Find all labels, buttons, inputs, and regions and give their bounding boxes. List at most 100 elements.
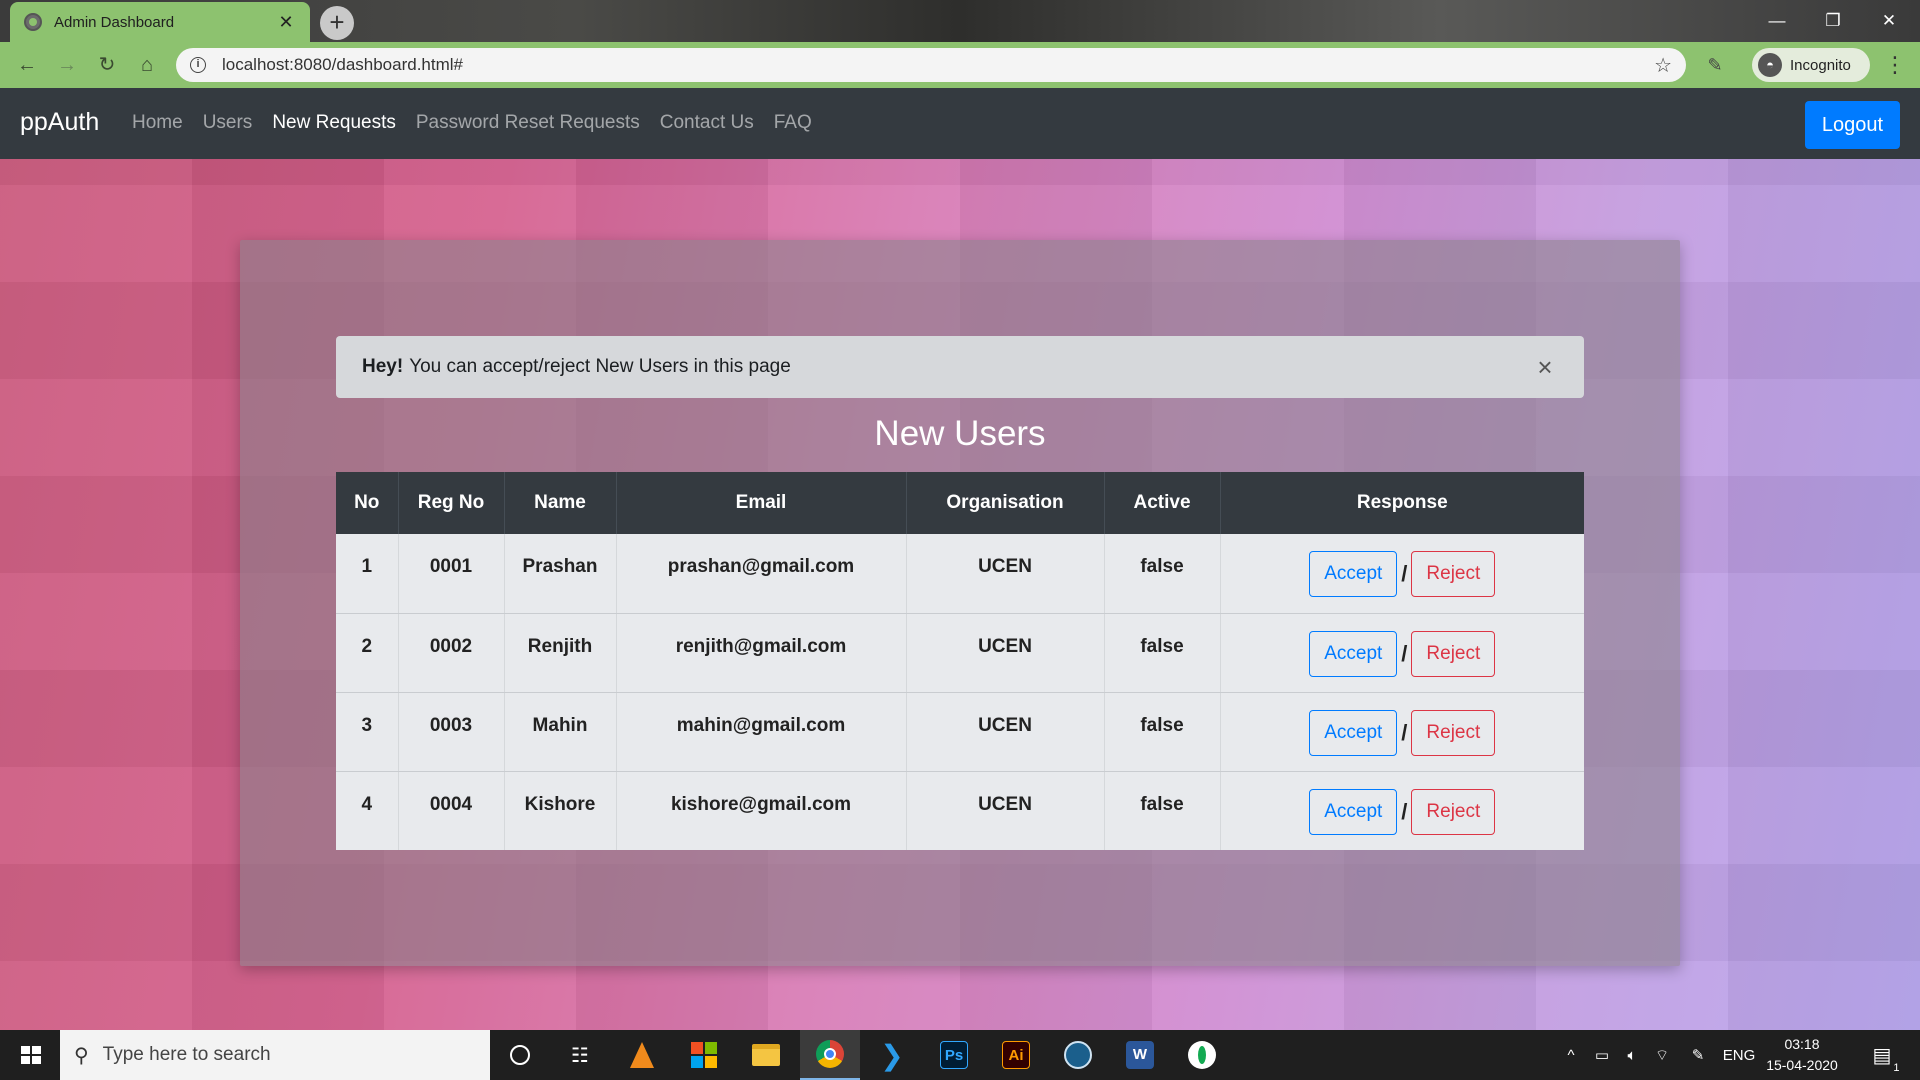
back-icon[interactable]: ← — [12, 50, 42, 80]
cell-email: kishore@gmail.com — [616, 771, 907, 850]
bookmark-star-icon[interactable]: ☆ — [1654, 53, 1672, 78]
restore-icon[interactable]: ❐ — [1808, 4, 1858, 38]
cell-email: renjith@gmail.com — [616, 613, 907, 693]
separator: / — [1401, 719, 1408, 745]
cell-organisation: UCEN — [906, 692, 1105, 772]
photoshop-icon[interactable]: Ps — [924, 1030, 984, 1080]
task-view-icon[interactable]: ☷ — [550, 1030, 610, 1080]
store-icon[interactable] — [674, 1030, 734, 1080]
search-placeholder: Type here to search — [102, 1044, 271, 1065]
steam-icon[interactable] — [1048, 1030, 1108, 1080]
cell-no: 1 — [336, 534, 399, 614]
accept-button[interactable]: Accept — [1309, 788, 1398, 835]
system-clock[interactable]: 03:18 15-04-2020 — [1764, 1034, 1840, 1076]
window-close-icon[interactable]: ✕ — [1864, 4, 1914, 38]
reject-button[interactable]: Reject — [1411, 630, 1496, 677]
vlc-icon[interactable] — [612, 1030, 672, 1080]
cell-email: mahin@gmail.com — [616, 692, 907, 772]
address-bar[interactable]: i localhost:8080/dashboard.html# ☆ — [176, 48, 1686, 82]
wifi-icon[interactable]: ⌔ — [1648, 1030, 1676, 1080]
accept-button[interactable]: Accept — [1309, 709, 1398, 756]
nav-link-new-requests[interactable]: New Requests — [272, 112, 396, 134]
info-alert: Hey! You can accept/reject New Users in … — [336, 336, 1584, 398]
alert-close-icon[interactable]: × — [1532, 352, 1558, 383]
cell-active: false — [1104, 771, 1221, 850]
separator: / — [1401, 561, 1408, 586]
reject-button[interactable]: Reject — [1411, 709, 1496, 756]
cell-name: Renjith — [504, 613, 617, 693]
accept-button[interactable]: Accept — [1309, 551, 1398, 597]
battery-icon[interactable]: ▭ — [1588, 1030, 1616, 1080]
cell-no: 2 — [336, 613, 399, 693]
cell-no: 3 — [336, 692, 399, 772]
cell-response: Accept / Reject — [1220, 534, 1584, 614]
column-header-organisation: Organisation — [906, 472, 1105, 534]
cell-organisation: UCEN — [906, 771, 1105, 850]
nav-link-password-reset-requests[interactable]: Password Reset Requests — [416, 112, 640, 134]
start-button[interactable] — [0, 1030, 60, 1080]
file-explorer-icon[interactable] — [736, 1030, 796, 1080]
table-row: 3 0003 Mahin mahin@gmail.com UCEN false … — [336, 692, 1584, 772]
notification-count: 1 — [1893, 1061, 1900, 1074]
column-header-reg-no: Reg No — [398, 472, 505, 534]
alert-message: You can accept/reject New Users in this … — [409, 356, 791, 377]
table-row: 1 0001 Prashan prashan@gmail.com UCEN fa… — [336, 534, 1584, 614]
taskbar-search[interactable]: ⚲ Type here to search — [60, 1030, 490, 1080]
cell-reg-no: 0002 — [398, 613, 505, 693]
incognito-indicator[interactable]: ◓ Incognito — [1752, 48, 1870, 82]
show-hidden-icons[interactable]: ^ — [1558, 1030, 1584, 1080]
search-icon: ⚲ — [74, 1044, 89, 1067]
cell-organisation: UCEN — [906, 613, 1105, 693]
url-text[interactable]: localhost:8080/dashboard.html# — [222, 55, 1654, 75]
column-header-no: No — [336, 472, 399, 534]
accept-button[interactable]: Accept — [1309, 630, 1398, 677]
reload-icon[interactable]: ↻ — [92, 50, 122, 80]
minimize-icon[interactable]: — — [1752, 4, 1802, 38]
new-tab-button[interactable]: + — [320, 6, 354, 40]
reject-button[interactable]: Reject — [1411, 551, 1496, 597]
browser-tab[interactable]: Admin Dashboard ✕ — [10, 2, 310, 42]
column-header-response: Response — [1220, 472, 1584, 534]
browser-titlebar: Admin Dashboard ✕ + — ❐ ✕ — [0, 0, 1920, 42]
incognito-label: Incognito — [1790, 56, 1851, 74]
forward-icon[interactable]: → — [52, 50, 82, 80]
extension-icon[interactable]: ✎ — [1702, 52, 1728, 78]
browser-toolbar: ← → ↻ ⌂ i localhost:8080/dashboard.html#… — [0, 42, 1920, 88]
language-indicator[interactable]: ENG — [1718, 1030, 1760, 1080]
nav-link-contact-us[interactable]: Contact Us — [660, 112, 754, 134]
cell-response: Accept / Reject — [1220, 771, 1584, 850]
table-header-row: No Reg No Name Email Organisation Active… — [336, 472, 1584, 534]
cell-name: Kishore — [504, 771, 617, 850]
tab-title: Admin Dashboard — [54, 13, 175, 31]
cell-organisation: UCEN — [906, 534, 1105, 614]
tab-close-icon[interactable]: ✕ — [276, 12, 296, 33]
brand-logo[interactable]: ppAuth — [20, 108, 99, 137]
cell-response: Accept / Reject — [1220, 613, 1584, 693]
illustrator-icon[interactable]: Ai — [986, 1030, 1046, 1080]
volume-icon[interactable]: 🔈︎ — [1618, 1030, 1646, 1080]
clock-date: 15-04-2020 — [1766, 1057, 1838, 1073]
home-icon[interactable]: ⌂ — [132, 50, 162, 80]
reject-button[interactable]: Reject — [1411, 788, 1496, 835]
cell-active: false — [1104, 692, 1221, 772]
section-title: New Users — [874, 414, 1046, 453]
cell-active: false — [1104, 613, 1221, 693]
browser-menu-icon[interactable]: ⋮ — [1884, 50, 1906, 80]
word-icon[interactable]: W — [1110, 1030, 1170, 1080]
pen-icon[interactable]: ✎ — [1684, 1030, 1712, 1080]
separator: / — [1401, 798, 1408, 824]
notification-center-icon[interactable]: ▤ 1 — [1862, 1030, 1902, 1080]
vscode-icon[interactable]: ❯ — [862, 1030, 922, 1080]
chrome-icon[interactable] — [800, 1030, 860, 1080]
new-users-table: No Reg No Name Email Organisation Active… — [336, 472, 1584, 850]
nav-link-home[interactable]: Home — [132, 112, 183, 134]
site-info-icon[interactable]: i — [190, 57, 206, 73]
cell-reg-no: 0001 — [398, 534, 505, 614]
cortana-icon[interactable] — [490, 1030, 550, 1080]
nav-link-faq[interactable]: FAQ — [774, 112, 812, 134]
logout-button[interactable]: Logout — [1805, 101, 1900, 149]
mongodb-compass-icon[interactable] — [1172, 1030, 1232, 1080]
nav-link-users[interactable]: Users — [203, 112, 253, 134]
column-header-name: Name — [504, 472, 617, 534]
cell-no: 4 — [336, 771, 399, 850]
